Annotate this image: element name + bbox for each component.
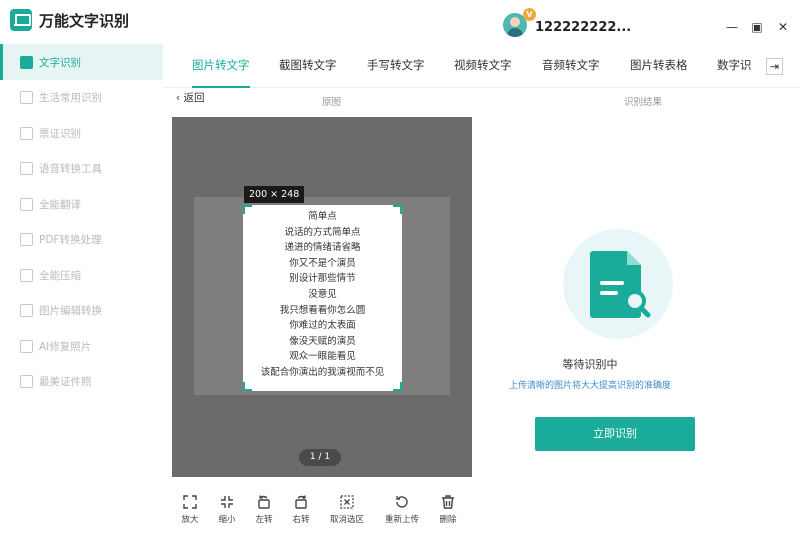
tool-label: 右转 [292, 515, 310, 525]
maximize-button[interactable]: ▣ [750, 20, 764, 34]
reupload-button[interactable]: 重新上传 [377, 494, 427, 525]
sidebar-nav: 文字识别 生活常用识别 票证识别 语音转换工具 全能翻译 PDF转换处理 全能压… [0, 44, 163, 400]
document-line: 观众一眼能看见 [289, 351, 356, 363]
audio-icon [20, 162, 33, 176]
title-bar: V 122222222... — ▣ ✕ [163, 0, 800, 48]
sidebar-item-label: 文字识别 [39, 56, 81, 69]
document-line: 别设计那些情节 [289, 273, 356, 285]
document-search-icon [590, 251, 651, 318]
sidebar-item-label: PDF转换处理 [39, 234, 102, 247]
waiting-illustration [563, 229, 673, 339]
chevron-left-icon: ‹ [176, 92, 184, 104]
compress-icon [20, 268, 33, 282]
document-text: 简单点 说话的方式简单点 递进的情绪请省略 你又不是个演员 别设计那些情节 没意… [243, 209, 402, 381]
tool-label: 重新上传 [384, 515, 419, 525]
tab-handwriting-to-text[interactable]: 手写转文字 [367, 48, 425, 88]
back-label: 返回 [183, 92, 205, 104]
sidebar-item-label: 生活常用识别 [39, 92, 102, 105]
document-line: 没意见 [308, 288, 337, 300]
document-line: 简单点 [308, 211, 337, 222]
recognize-now-button[interactable]: 立即识别 [535, 417, 695, 451]
document-line: 你又不是个演员 [289, 257, 356, 269]
cancel-selection-icon [340, 495, 354, 509]
sidebar-item-label: 全能压缩 [39, 269, 81, 282]
app-title: 万能文字识别 [39, 11, 130, 30]
crop-handle-bottom-right[interactable] [393, 382, 402, 391]
crop-selection[interactable]: 简单点 说话的方式简单点 递进的情绪请省略 你又不是个演员 别设计那些情节 没意… [243, 205, 402, 391]
sidebar-item-ticket-recognition[interactable]: 票证识别 [0, 116, 163, 152]
text-recognition-icon [20, 55, 33, 69]
portrait-icon [20, 375, 33, 389]
zoom-in-icon [183, 495, 197, 509]
rotate-right-icon [295, 495, 307, 509]
document-line: 你难过的太表面 [289, 320, 356, 332]
app-window: 万能文字识别 文字识别 生活常用识别 票证识别 语音转换工具 全能翻译 PDF转… [0, 0, 800, 543]
pdf-icon [20, 233, 33, 247]
sidebar-item-audio-tools[interactable]: 语音转换工具 [0, 151, 163, 187]
reupload-icon [396, 496, 408, 508]
result-pane: 等待识别中 上传清晰的图片将大大提高识别的准确度 立即识别 [488, 117, 800, 543]
sidebar-item-label: 最美证件照 [39, 376, 92, 389]
document-line: 递进的情绪请省略 [284, 242, 361, 254]
tab-image-to-text[interactable]: 图片转文字 [192, 48, 250, 88]
sidebar-item-image-edit[interactable]: 图片编辑转换 [0, 293, 163, 329]
status-hint: 上传清晰的图片将大大提高识别的准确度 [508, 381, 671, 391]
tab-number-recognition[interactable]: 数字识 [717, 48, 752, 88]
translate-icon [20, 197, 33, 211]
camera-icon [20, 91, 33, 105]
delete-button[interactable]: 删除 [423, 494, 473, 525]
sidebar-item-label: 图片编辑转换 [39, 305, 102, 318]
result-label: 识别结果 [624, 97, 663, 108]
tab-audio-to-text[interactable]: 音频转文字 [542, 48, 600, 88]
sidebar-item-compress[interactable]: 全能压缩 [0, 258, 163, 294]
sidebar: 万能文字识别 文字识别 生活常用识别 票证识别 语音转换工具 全能翻译 PDF转… [0, 0, 163, 543]
close-button[interactable]: ✕ [776, 20, 790, 34]
sidebar-item-ai-repair[interactable]: AI修复照片 [0, 329, 163, 365]
sidebar-item-life-recognition[interactable]: 生活常用识别 [0, 80, 163, 116]
document-line: 说话的方式简单点 [284, 226, 361, 238]
sidebar-item-portrait[interactable]: 最美证件照 [0, 364, 163, 400]
tab-video-to-text[interactable]: 视频转文字 [454, 48, 512, 88]
image-preview-pane[interactable]: 200 × 248 简单点 说话的方式简单点 递进的情绪请省略 你又不是个演员 … [172, 117, 472, 477]
sidebar-item-pdf[interactable]: PDF转换处理 [0, 222, 163, 258]
sidebar-item-label: 全能翻译 [39, 198, 81, 211]
sidebar-item-text-recognition[interactable]: 文字识别 [0, 44, 163, 80]
tab-screenshot-to-text[interactable]: 截图转文字 [279, 48, 337, 88]
tab-image-to-table[interactable]: 图片转表格 [630, 48, 688, 88]
document-line: 像没天赋的演员 [289, 335, 356, 347]
original-label: 原图 [322, 97, 342, 108]
sidebar-item-label: AI修复照片 [39, 340, 92, 353]
sidebar-item-label: 语音转换工具 [39, 163, 102, 176]
document-line: 我只想看看你怎么圆 [279, 304, 366, 316]
rotate-left-icon [258, 495, 270, 509]
scanner-logo-icon [10, 9, 32, 31]
selection-dimensions: 200 × 248 [244, 186, 305, 203]
zoom-out-icon [221, 496, 233, 508]
status-title: 等待识别中 [562, 358, 618, 371]
tab-scroll-icon[interactable]: ⇥ [766, 58, 783, 75]
sidebar-item-label: 票证识别 [39, 127, 81, 140]
crop-handle-bottom-left[interactable] [243, 382, 252, 391]
tool-label: 删除 [439, 515, 457, 525]
id-card-icon [20, 126, 33, 140]
document-line: 该配合你演出的我演视而不见 [260, 366, 385, 378]
page-indicator: 1 / 1 [299, 449, 341, 466]
rotate-right-button[interactable]: 右转 [276, 494, 326, 525]
sidebar-item-translate[interactable]: 全能翻译 [0, 187, 163, 223]
username[interactable]: 122222222... [535, 20, 631, 35]
cancel-selection-button[interactable]: 取消选区 [322, 494, 372, 525]
feature-tabs: 图片转文字 截图转文字 手写转文字 视频转文字 音频转文字 图片转表格 数字识 … [163, 48, 800, 88]
delete-icon [442, 495, 454, 509]
tool-label: 取消选区 [329, 515, 364, 525]
app-logo: 万能文字识别 [10, 8, 129, 32]
ai-repair-icon [20, 339, 33, 353]
minimize-button[interactable]: — [725, 20, 739, 34]
image-edit-icon [20, 304, 33, 318]
back-button[interactable]: ‹ 返回 [176, 90, 205, 105]
